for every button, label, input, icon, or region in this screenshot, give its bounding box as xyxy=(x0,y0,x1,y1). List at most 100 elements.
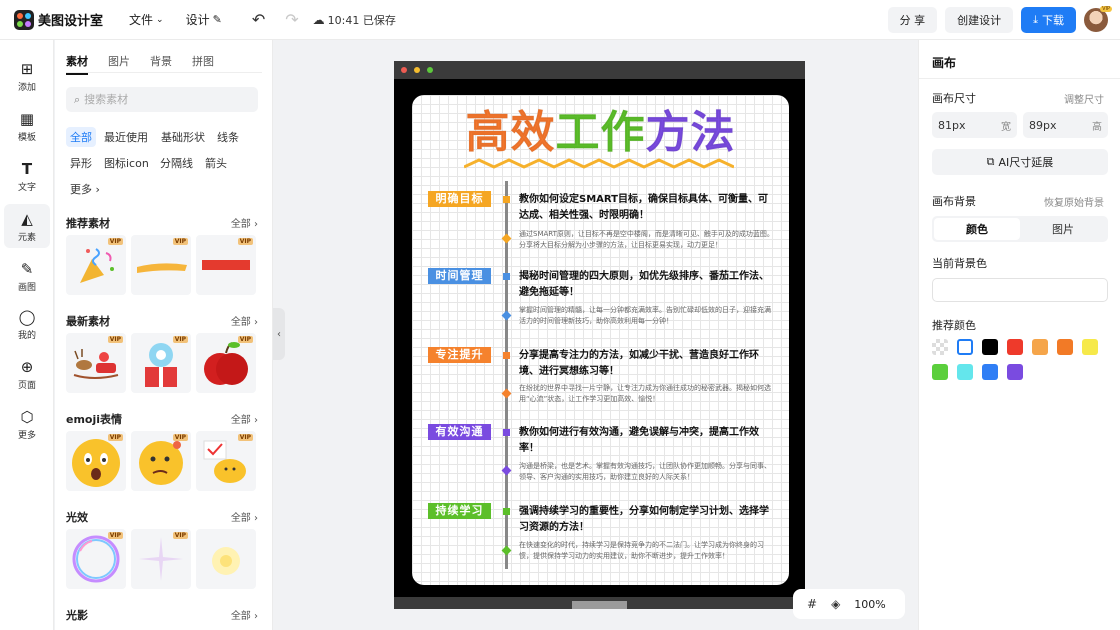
grid-icon[interactable]: # xyxy=(807,597,817,611)
step-body-5[interactable]: 在快速变化的时代，持续学习是保持竞争力的不二法门。让学习成为你终身的习惯，提供保… xyxy=(519,540,777,562)
asset-thumb-party-popper[interactable]: VIP xyxy=(66,235,126,295)
asset-thumb-scared-emoji[interactable]: VIP xyxy=(66,431,126,491)
poster-paper[interactable]: 高效工作方法 明确目标 教你如何设定SMART目标，确保目标具体、可衡量、可达成… xyxy=(412,95,789,585)
create-design-button[interactable]: 创建设计 xyxy=(945,7,1014,33)
share-button[interactable]: 分 享 xyxy=(887,7,938,33)
resize-link[interactable]: 调整尺寸 xyxy=(1064,91,1104,106)
swatch-yellow[interactable] xyxy=(1082,339,1098,355)
design-canvas[interactable]: 高效工作方法 明确目标 教你如何设定SMART目标，确保目标具体、可衡量、可达成… xyxy=(394,61,805,609)
step-body-1[interactable]: 通过SMART原则，让目标不再是空中楼阁，而是清晰可见、触手可及的成功蓝图。分享… xyxy=(519,229,777,251)
step-label-3[interactable]: 专注提升 xyxy=(428,347,491,363)
canvas-horizontal-scrollbar[interactable] xyxy=(394,597,805,609)
step-heading-1[interactable]: 教你如何设定SMART目标，确保目标具体、可衡量、可达成、相关性强、时限明确！ xyxy=(519,192,777,224)
chip-basic-shapes[interactable]: 基础形状 xyxy=(157,127,209,147)
step-body-3[interactable]: 在纷扰的世界中寻找一片宁静，让专注力成为你通往成功的秘密武器。揭秘如何选用“心流… xyxy=(519,383,777,405)
asset-thumb-red-bar[interactable]: VIP xyxy=(196,235,256,295)
rail-item-elements[interactable]: ◭ 元素 xyxy=(4,204,50,248)
bg-type-color[interactable]: 颜色 xyxy=(934,218,1020,240)
rail-item-template[interactable]: ▦ 模板 xyxy=(0,110,54,143)
rail-item-label: 更多 xyxy=(17,431,36,441)
chip-irregular[interactable]: 异形 xyxy=(66,153,96,173)
rail-item-more[interactable]: ⬡ 更多 xyxy=(0,408,54,441)
section-all-latest[interactable]: 全部 › xyxy=(231,313,258,328)
swatch-green[interactable] xyxy=(932,364,948,380)
avatar[interactable]: VIP xyxy=(1084,6,1112,32)
asset-thumb-bubble[interactable]: VIP xyxy=(66,529,126,589)
chip-all[interactable]: 全部 xyxy=(66,127,96,147)
swatch-transparent[interactable] xyxy=(932,339,948,355)
swatch-cyan[interactable] xyxy=(957,364,973,380)
poster-title-part-1: 高效 xyxy=(465,107,556,159)
app-logo[interactable]: 美图设计室 xyxy=(14,9,103,30)
current-bg-swatch[interactable] xyxy=(932,278,1108,302)
chip-lines[interactable]: 线条 xyxy=(213,127,243,147)
step-body-4[interactable]: 沟通是桥梁，也是艺术。掌握有效沟通技巧，让团队协作更加顺畅。分享与同事、领导、客… xyxy=(519,461,777,483)
asset-thumb-thinking-emoji[interactable]: VIP xyxy=(131,431,191,491)
canvas-width-field[interactable]: 81px 宽 xyxy=(932,112,1017,138)
canvas-toolbar: # ◈ 100% xyxy=(793,589,905,619)
save-status: ☁ 10:41 已保存 xyxy=(313,12,396,28)
download-button[interactable]: ⤓ 下载 xyxy=(1021,7,1076,33)
swatch-light-orange[interactable] xyxy=(1032,339,1048,355)
asset-thumb-chick-emoji[interactable]: VIP xyxy=(196,431,256,491)
step-heading-2[interactable]: 揭秘时间管理的四大原则，如优先级排序、番茄工作法、避免拖延等！ xyxy=(519,269,777,301)
chip-arrows[interactable]: 箭头 xyxy=(201,153,231,173)
step-label-4[interactable]: 有效沟通 xyxy=(428,424,491,440)
asset-thumb-brush-stroke[interactable]: VIP xyxy=(131,235,191,295)
poster-title[interactable]: 高效工作方法 xyxy=(412,105,789,161)
rail-item-mine[interactable]: ◯ 我的 xyxy=(0,308,54,341)
scrollbar-thumb[interactable] xyxy=(572,601,627,609)
rail-item-add[interactable]: ⊞ 添加 xyxy=(0,60,54,93)
timeline-square-3 xyxy=(503,352,510,359)
rail-item-page[interactable]: ⊕ 页面 xyxy=(0,358,54,391)
search-input[interactable] xyxy=(84,93,235,106)
section-all-emoji[interactable]: 全部 › xyxy=(231,411,258,426)
reset-bg-link[interactable]: 恢复原始背景 xyxy=(1044,194,1104,209)
chip-dividers[interactable]: 分隔线 xyxy=(156,153,197,173)
timeline-diamond-2 xyxy=(501,310,512,321)
bg-type-image[interactable]: 图片 xyxy=(1020,218,1106,240)
zoom-level[interactable]: 100% xyxy=(854,598,885,611)
window-dot-yellow-icon xyxy=(414,67,420,73)
asset-thumb-sparkle[interactable]: VIP xyxy=(131,529,191,589)
top-actions: 分 享 创建设计 ⤓ 下载 VIP xyxy=(887,0,1120,40)
file-menu[interactable]: 文件 ⌄ xyxy=(129,11,164,28)
collapse-panel-handle[interactable]: ‹ xyxy=(273,308,285,360)
asset-thumb-apple[interactable]: VIP xyxy=(196,333,256,393)
poster-title-part-3: 方法 xyxy=(645,107,736,159)
canvas-height-field[interactable]: 89px 高 xyxy=(1023,112,1108,138)
swatch-blue[interactable] xyxy=(982,364,998,380)
step-body-2[interactable]: 掌握时间管理的精髓，让每一分钟都充满效率。告别忙碌却低效的日子，迎接充满活力的时… xyxy=(519,305,777,327)
canvas-height-unit: 高 xyxy=(1092,121,1102,133)
rail-item-draw[interactable]: ✎ 画图 xyxy=(0,260,54,293)
section-all-light-shadow[interactable]: 全部 › xyxy=(231,607,258,622)
section-all-light-effects[interactable]: 全部 › xyxy=(231,509,258,524)
asset-thumb-glow[interactable] xyxy=(196,529,256,589)
undo-icon[interactable]: ↶ xyxy=(252,10,265,29)
chip-recent[interactable]: 最近使用 xyxy=(100,127,152,147)
swatch-purple[interactable] xyxy=(1007,364,1023,380)
step-label-2[interactable]: 时间管理 xyxy=(428,268,491,284)
search-box[interactable]: ⌕ xyxy=(66,87,258,112)
redo-icon[interactable]: ↷ xyxy=(285,10,298,29)
design-menu[interactable]: 设计 ✎ xyxy=(186,11,222,28)
properties-title: 画布 xyxy=(932,56,957,70)
step-label-5[interactable]: 持续学习 xyxy=(428,503,491,519)
swatch-white[interactable] xyxy=(957,339,973,355)
asset-thumb-gift-globe[interactable]: VIP xyxy=(131,333,191,393)
step-heading-5[interactable]: 强调持续学习的重要性，分享如何制定学习计划、选择学习资源的方法！ xyxy=(519,504,777,536)
swatch-black[interactable] xyxy=(982,339,998,355)
ai-resize-button[interactable]: ⧉ AI尺寸延展 xyxy=(932,149,1108,175)
shapes-icon: ◭ xyxy=(21,210,33,228)
step-label-1[interactable]: 明确目标 xyxy=(428,191,491,207)
step-heading-4[interactable]: 教你如何进行有效沟通，避免误解与冲突，提高工作效率！ xyxy=(519,425,777,457)
rail-item-text[interactable]: T 文字 xyxy=(0,160,54,193)
layers-icon[interactable]: ◈ xyxy=(831,597,840,611)
asset-thumb-sleigh[interactable]: VIP xyxy=(66,333,126,393)
section-all-recommended[interactable]: 全部 › xyxy=(231,215,258,230)
swatch-orange[interactable] xyxy=(1057,339,1073,355)
step-heading-3[interactable]: 分享提高专注力的方法，如减少干扰、营造良好工作环境、进行冥想练习等！ xyxy=(519,348,777,380)
chip-icons[interactable]: 图标icon xyxy=(100,153,153,173)
chip-more[interactable]: 更多 › xyxy=(66,179,104,199)
swatch-red[interactable] xyxy=(1007,339,1023,355)
